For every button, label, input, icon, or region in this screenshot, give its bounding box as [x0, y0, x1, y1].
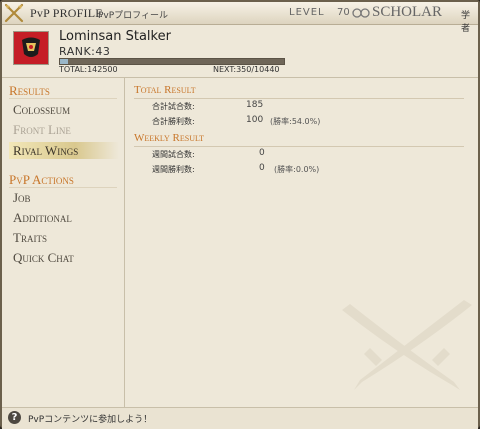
pvp-rank: RANK:43	[59, 45, 111, 58]
rank-progress-bar	[59, 58, 285, 65]
total-wins-label: 合計勝利数:	[152, 117, 195, 126]
grand-company-emblem	[13, 31, 49, 65]
total-result-heading: Total Result	[134, 84, 196, 96]
weekly-matches-value: 0	[259, 148, 265, 158]
total-matches-label: 合計試合数:	[152, 102, 195, 111]
rank-progress-fill	[60, 59, 68, 64]
divider	[9, 98, 117, 99]
weekly-result-heading: Weekly Result	[134, 132, 205, 144]
sidebar-item-rival-wings[interactable]: Rival Wings	[9, 142, 119, 159]
weekly-wins-value: 0	[259, 163, 265, 173]
sidebar-item-front-line[interactable]: Front Line	[13, 122, 71, 138]
sidebar-item-traits[interactable]: Traits	[13, 230, 47, 246]
pvp-profile-window: PvP PROFILE PvPプロフィール LEVEL 70 SCHOLAR 学…	[0, 0, 480, 429]
window-title: PvP PROFILE	[30, 6, 103, 20]
pvp-actions-heading: PvP Actions	[9, 172, 74, 187]
status-footer: ? PvPコンテンツに参加しよう！	[2, 407, 478, 429]
emblem-crest-icon	[14, 32, 48, 64]
window-subtitle: PvPプロフィール	[98, 11, 169, 21]
weekly-win-rate: (勝率:0.0%)	[274, 165, 320, 174]
total-wins-value: 100	[246, 115, 264, 125]
level-value: 70	[337, 7, 350, 18]
weekly-wins-label: 週間勝利数:	[152, 165, 195, 174]
sidebar-item-job[interactable]: Job	[13, 190, 31, 206]
total-win-rate: (勝率:54.0%)	[270, 117, 321, 126]
sidebar: Results Colosseum Front Line Rival Wings…	[2, 78, 125, 407]
crossed-swords-icon	[4, 3, 24, 23]
player-name: Lominsan Stalker	[59, 29, 171, 44]
weekly-matches-label: 週間試合数:	[152, 150, 195, 159]
scholar-job-icon	[352, 8, 370, 18]
divider	[9, 187, 117, 188]
footer-message: PvPコンテンツに参加しよう！	[28, 415, 153, 425]
total-matches-value: 185	[246, 100, 264, 110]
job-name: SCHOLAR	[372, 4, 443, 20]
results-heading: Results	[9, 83, 50, 98]
sidebar-item-colosseum[interactable]: Colosseum	[13, 102, 70, 118]
divider	[134, 98, 464, 99]
sidebar-item-additional[interactable]: Additional	[13, 210, 72, 226]
help-icon[interactable]: ?	[8, 411, 21, 424]
profile-header: Lominsan Stalker RANK:43 TOTAL:142500 NE…	[2, 25, 478, 78]
total-exp: TOTAL:142500	[59, 65, 118, 74]
title-bar[interactable]: PvP PROFILE PvPプロフィール LEVEL 70 SCHOLAR 学…	[2, 2, 478, 34]
divider	[134, 146, 464, 147]
crossed-swords-watermark-icon	[342, 300, 472, 390]
level-label: LEVEL	[289, 7, 325, 18]
next-exp: NEXT:350/10440	[213, 65, 280, 74]
sidebar-item-quick-chat[interactable]: Quick Chat	[13, 250, 74, 266]
